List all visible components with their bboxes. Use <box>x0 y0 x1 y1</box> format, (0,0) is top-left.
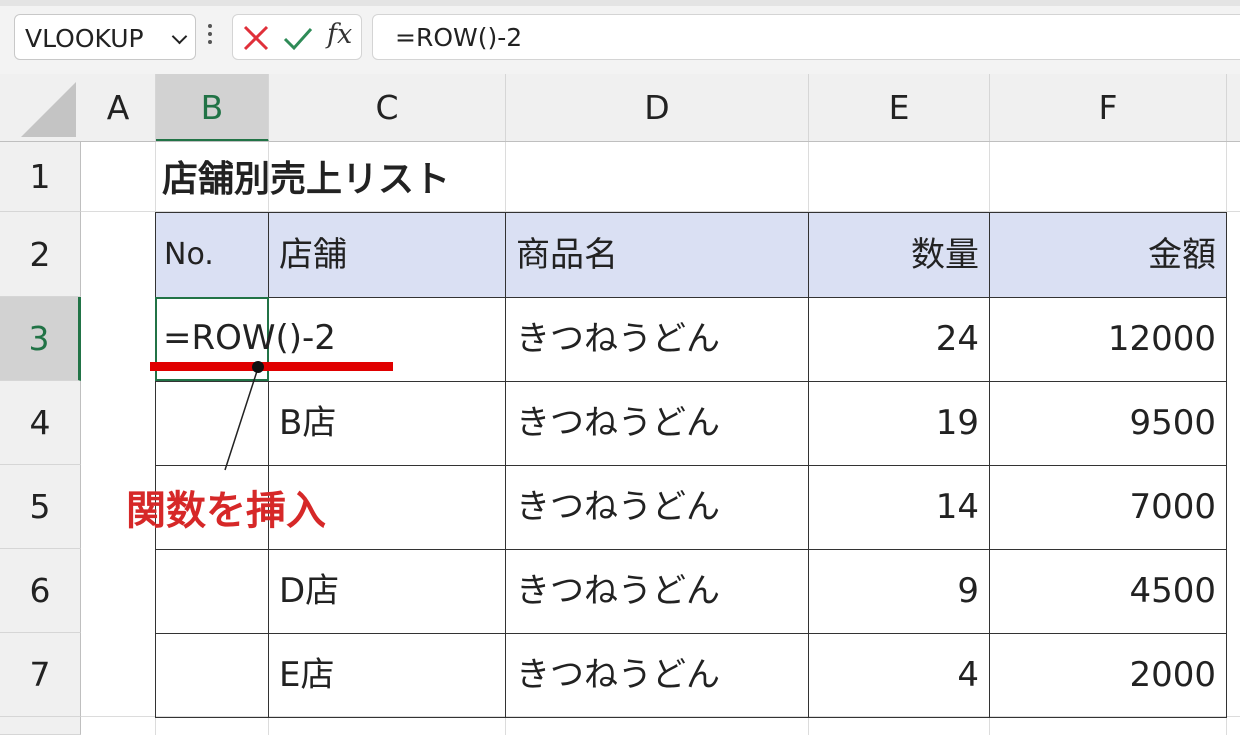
table-cell-no[interactable] <box>155 633 269 718</box>
name-box[interactable]: VLOOKUP <box>14 14 196 60</box>
header-product[interactable]: 商品名 <box>505 212 809 298</box>
header-store[interactable]: 店舗 <box>268 212 506 298</box>
chevron-down-icon[interactable] <box>171 28 188 45</box>
header-amount[interactable]: 金額 <box>989 212 1227 298</box>
row-header-6[interactable]: 6 <box>0 549 81 633</box>
active-cell-formula[interactable]: =ROW()-2 <box>163 297 336 381</box>
formula-buttons: fx <box>232 14 362 60</box>
table-cell-store[interactable]: E店 <box>268 633 506 718</box>
ribbon-edge <box>0 0 1240 6</box>
table-cell-qty[interactable]: 9 <box>808 549 990 634</box>
annotation-label: 関数を挿入 <box>126 488 326 534</box>
table-cell-product[interactable]: きつねうどん <box>505 381 809 466</box>
column-header-g[interactable] <box>1227 74 1240 142</box>
column-header-e[interactable]: E <box>809 74 990 142</box>
formula-bar: VLOOKUP fx =ROW()-2 <box>0 0 1240 74</box>
table-cell-qty[interactable]: 14 <box>808 465 990 550</box>
table-cell-qty[interactable]: 4 <box>808 633 990 718</box>
row-header-3[interactable]: 3 <box>0 297 81 381</box>
cross-icon[interactable] <box>239 21 273 55</box>
table-cell-qty[interactable]: 19 <box>808 381 990 466</box>
table-cell-store[interactable]: B店 <box>268 381 506 466</box>
header-divider <box>0 141 1240 142</box>
select-all-corner[interactable] <box>0 74 81 142</box>
table-cell-product[interactable]: きつねうどん <box>505 633 809 718</box>
table-cell-no[interactable] <box>155 549 269 634</box>
table-cell-amount[interactable]: 9500 <box>989 381 1227 466</box>
row-header-1[interactable]: 1 <box>0 142 81 212</box>
more-options-icon[interactable] <box>208 24 212 50</box>
table-cell-amount[interactable]: 4500 <box>989 549 1227 634</box>
row-header-8[interactable] <box>0 717 81 735</box>
table-cell-product[interactable]: きつねうどん <box>505 297 809 382</box>
name-box-value: VLOOKUP <box>25 24 144 53</box>
table-cell-no[interactable] <box>155 381 269 466</box>
row-header-7[interactable]: 7 <box>0 633 81 717</box>
column-header-b[interactable]: B <box>156 74 269 142</box>
table-cell-amount[interactable]: 2000 <box>989 633 1227 718</box>
header-no[interactable]: No. <box>155 212 269 298</box>
row-header-5[interactable]: 5 <box>0 465 81 549</box>
table-cell-amount[interactable]: 12000 <box>989 297 1227 382</box>
table-cell-amount[interactable]: 7000 <box>989 465 1227 550</box>
formula-text: =ROW()-2 <box>395 23 523 52</box>
table-cell-product[interactable]: きつねうどん <box>505 549 809 634</box>
column-header-d[interactable]: D <box>506 74 809 142</box>
select-all-icon <box>21 82 76 137</box>
header-qty[interactable]: 数量 <box>808 212 990 298</box>
column-header-a[interactable]: A <box>81 74 156 142</box>
table-cell-qty[interactable]: 24 <box>808 297 990 382</box>
formula-input[interactable]: =ROW()-2 <box>372 14 1240 60</box>
check-icon[interactable] <box>281 21 315 55</box>
table-cell-product[interactable]: きつねうどん <box>505 465 809 550</box>
row-header-2[interactable]: 2 <box>0 212 81 297</box>
table-cell-store[interactable]: D店 <box>268 549 506 634</box>
row-header-4[interactable]: 4 <box>0 381 81 465</box>
sheet-title[interactable]: 店舗別売上リスト <box>162 150 450 202</box>
column-header-c[interactable]: C <box>269 74 506 142</box>
column-header-f[interactable]: F <box>990 74 1227 142</box>
insert-function-icon[interactable]: fx <box>327 19 352 50</box>
